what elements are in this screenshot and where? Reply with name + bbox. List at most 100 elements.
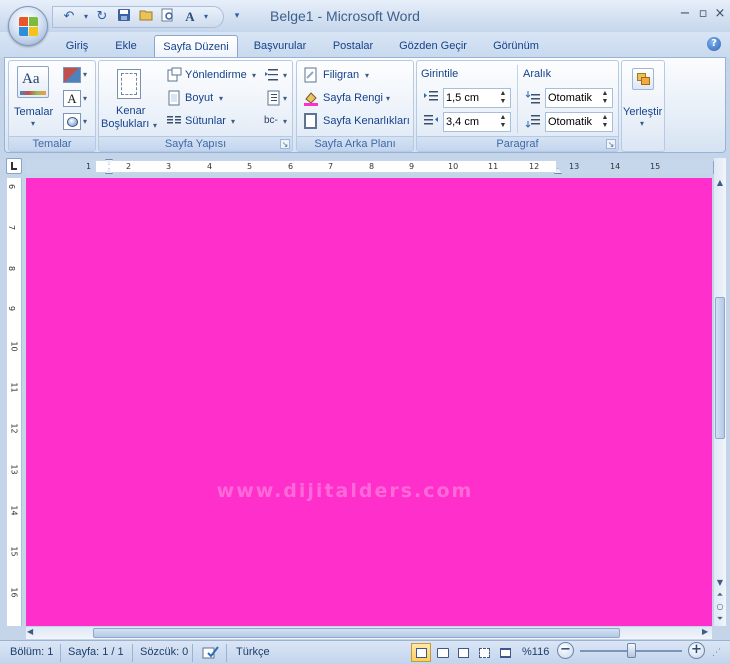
theme-fonts-icon[interactable]: A (63, 90, 81, 107)
arrange-dropdown-icon: ▾ (640, 119, 645, 128)
hyphenation-dropdown-icon[interactable]: ▾ (283, 117, 287, 126)
zoom-out-icon[interactable]: − (557, 642, 574, 659)
status-page[interactable]: Sayfa: 1 / 1 (68, 646, 124, 658)
columns-dropdown-icon[interactable]: ▾ (231, 117, 235, 126)
resize-grip-icon[interactable]: ⋰ (712, 648, 721, 658)
page-borders-button[interactable]: Sayfa Kenarlıkları (323, 115, 410, 127)
themes-button[interactable]: Aa (17, 66, 49, 98)
line-numbers-icon[interactable] (264, 90, 280, 106)
ribbon: Aa Temalar ▾ ▾ A ▾ ▾ Temalar Kenar Boşlu… (4, 57, 726, 153)
breaks-dropdown-icon[interactable]: ▾ (283, 71, 287, 80)
customize-qat-icon[interactable]: ▾ (228, 7, 246, 25)
paragraph-launcher-icon[interactable]: ↘ (606, 139, 616, 149)
vertical-scroll-thumb[interactable] (715, 297, 725, 439)
vertical-ruler[interactable]: 6 7 8 9 10 11 12 13 14 15 16 (7, 178, 22, 626)
draft-view-icon[interactable] (495, 643, 515, 662)
full-screen-reading-icon[interactable] (432, 643, 452, 662)
page-color-button[interactable]: Sayfa Rengi (323, 92, 383, 104)
save-icon[interactable] (115, 8, 133, 26)
page-borders-icon (303, 113, 319, 129)
document-page[interactable] (26, 178, 712, 626)
horizontal-scroll-thumb[interactable] (93, 628, 620, 638)
tab-gorunum[interactable]: Görünüm (482, 35, 550, 58)
undo-icon[interactable]: ↶ (60, 8, 78, 26)
tab-selector[interactable] (6, 158, 22, 174)
zoom-in-icon[interactable]: + (688, 642, 705, 659)
ruler-tick: 6 (7, 183, 17, 190)
spacing-after-spinner-icon[interactable]: ▲ ▼ (600, 114, 610, 130)
orientation-dropdown-icon[interactable]: ▾ (252, 71, 256, 80)
status-section[interactable]: Bölüm: 1 (10, 646, 53, 658)
help-icon[interactable]: ? (707, 37, 721, 51)
indent-left-spinner-icon[interactable]: ▲ ▼ (498, 90, 508, 106)
orientation-button[interactable]: Yönlendirme (185, 69, 247, 81)
horizontal-ruler[interactable]: 1 2 3 4 5 6 7 8 9 10 11 12 13 14 15 (26, 159, 712, 174)
proofing-icon[interactable] (202, 644, 220, 660)
size-button[interactable]: Boyut (185, 92, 213, 104)
group-yerlestir[interactable]: Yerleştir ▾ (621, 60, 665, 152)
ruler-tick: 7 (328, 162, 334, 171)
breaks-icon[interactable] (264, 67, 280, 83)
columns-button[interactable]: Sütunlar (185, 115, 226, 127)
scroll-right-icon[interactable]: ▶ (702, 627, 712, 639)
tab-postalar[interactable]: Postalar (322, 35, 384, 58)
ruler-tick: 16 (9, 587, 19, 598)
previous-page-icon[interactable]: ⏶ (715, 590, 725, 600)
margins-label-2[interactable]: Boşlukları (101, 118, 149, 130)
watermark-dropdown-icon[interactable]: ▾ (365, 71, 369, 80)
spacing-before-spinner-icon[interactable]: ▲ ▼ (600, 90, 610, 106)
theme-colors-dropdown-icon[interactable]: ▾ (83, 70, 87, 79)
columns-icon (166, 113, 182, 129)
open-icon[interactable] (137, 8, 155, 26)
redo-icon[interactable]: ↻ (93, 8, 111, 26)
indent-right-stepper[interactable]: 3,4 cm ▲ ▼ (443, 112, 511, 132)
spacing-after-icon (525, 114, 541, 130)
print-preview-icon[interactable] (159, 8, 177, 26)
group-sayfa-yapisi: Kenar Boşlukları ▾ Yönlendirme ▾ Boyut ▾… (98, 60, 293, 152)
line-numbers-dropdown-icon[interactable]: ▾ (283, 94, 287, 103)
indent-left-stepper[interactable]: 1,5 cm ▲ ▼ (443, 88, 511, 108)
status-words[interactable]: Sözcük: 0 (140, 646, 188, 658)
indent-right-spinner-icon[interactable]: ▲ ▼ (498, 114, 508, 130)
size-dropdown-icon[interactable]: ▾ (219, 94, 223, 103)
close-icon[interactable]: × (711, 5, 729, 23)
margins-icon[interactable] (117, 69, 141, 99)
page-color-dropdown-icon[interactable]: ▾ (386, 94, 390, 103)
tab-gozden-gecir[interactable]: Gözden Geçir (392, 35, 474, 58)
margins-label-1[interactable]: Kenar (116, 105, 145, 117)
spacing-after-stepper[interactable]: Otomatik ▲ ▼ (545, 112, 613, 132)
scroll-left-icon[interactable]: ◀ (27, 627, 37, 639)
scroll-down-icon[interactable]: ▼ (715, 578, 725, 588)
zoom-slider-thumb[interactable] (627, 643, 636, 658)
status-language[interactable]: Türkçe (236, 646, 270, 658)
theme-fonts-dropdown-icon[interactable]: ▾ (83, 94, 87, 103)
browse-object-icon[interactable]: ○ (715, 602, 725, 612)
paragraph-divider (517, 65, 518, 133)
margins-dropdown-icon[interactable]: ▾ (153, 121, 157, 130)
restore-icon[interactable]: ▫ (694, 5, 712, 23)
indent-title: Girintile (421, 68, 459, 80)
tab-basvurular[interactable]: Başvurular (244, 35, 316, 58)
page-setup-launcher-icon[interactable]: ↘ (280, 139, 290, 149)
next-page-icon[interactable]: ⏷ (715, 614, 725, 624)
spelling-dropdown-icon[interactable]: ▾ (197, 8, 215, 26)
print-layout-view-icon[interactable] (411, 643, 431, 662)
spacing-before-stepper[interactable]: Otomatik ▲ ▼ (545, 88, 613, 108)
theme-effects-icon[interactable] (63, 113, 81, 130)
window-title: Belge1 - Microsoft Word (270, 8, 420, 24)
ruler-tick: 5 (247, 162, 253, 171)
watermark-button[interactable]: Filigran (323, 69, 359, 81)
theme-effects-dropdown-icon[interactable]: ▾ (83, 117, 87, 126)
minimize-icon[interactable]: − (676, 5, 694, 23)
theme-colors-icon[interactable] (63, 67, 81, 83)
tab-giris[interactable]: Giriş (56, 35, 98, 58)
hyphenation-icon[interactable]: bc- (264, 115, 278, 126)
themes-dropdown-icon: ▾ (31, 119, 36, 128)
office-button[interactable] (8, 6, 48, 46)
tab-ekle[interactable]: Ekle (104, 35, 148, 58)
web-layout-icon[interactable] (453, 643, 473, 662)
scroll-up-icon[interactable]: ▲ (715, 178, 725, 188)
zoom-level[interactable]: %116 (522, 646, 549, 658)
tab-sayfa-duzeni[interactable]: Sayfa Düzeni (154, 35, 238, 58)
outline-view-icon[interactable] (474, 643, 494, 662)
